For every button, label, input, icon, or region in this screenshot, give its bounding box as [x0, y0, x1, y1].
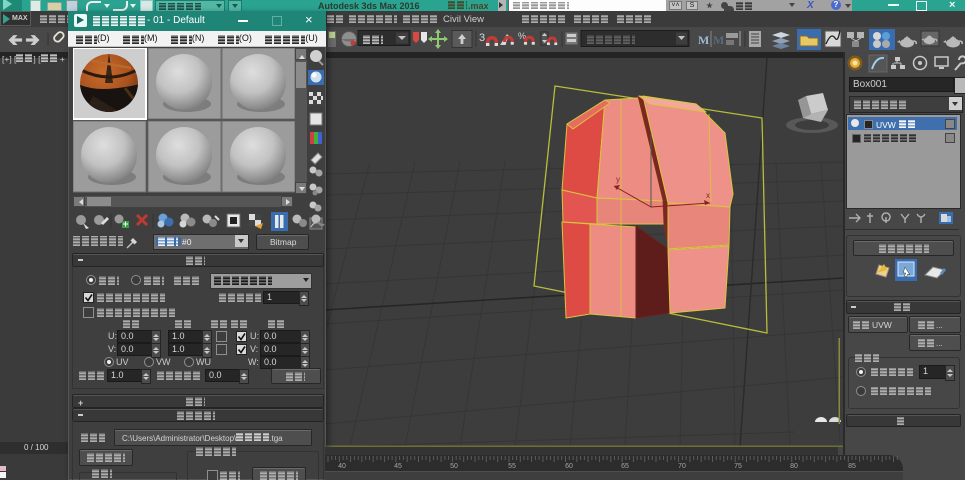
svg-text:x: x: [706, 191, 710, 200]
svg-text:75: 75: [734, 463, 742, 470]
svg-text:3: 3: [479, 32, 485, 44]
svg-text:40: 40: [338, 463, 346, 470]
svg-text:60: 60: [565, 463, 573, 470]
svg-text:55: 55: [508, 463, 516, 470]
svg-text:y: y: [616, 175, 620, 184]
svg-text:65: 65: [621, 463, 629, 470]
svg-text:50: 50: [450, 463, 458, 470]
svg-text:45: 45: [394, 463, 402, 470]
svg-text:70: 70: [678, 463, 686, 470]
svg-text:M: M: [698, 33, 709, 47]
svg-text:M: M: [713, 33, 724, 47]
svg-text:80: 80: [790, 463, 798, 470]
svg-text:85: 85: [848, 463, 856, 470]
